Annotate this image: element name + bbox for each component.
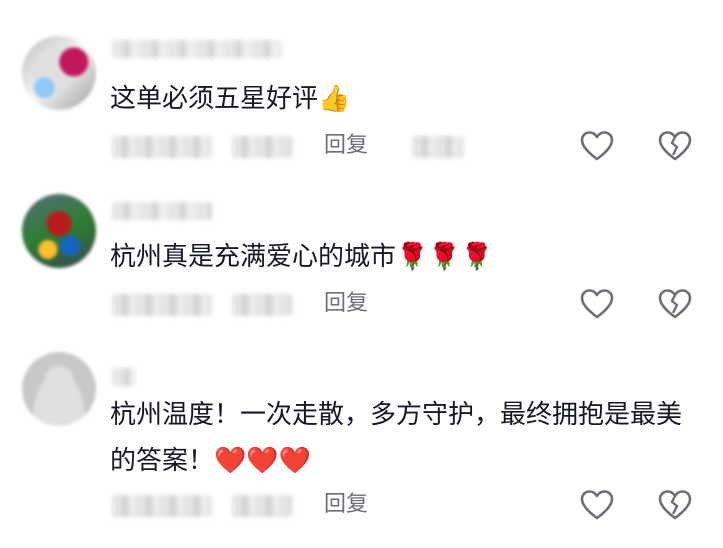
heart-outline-icon[interactable] [580, 130, 614, 162]
heart-outline-icon[interactable] [580, 489, 614, 521]
comment-body: 杭州真是充满爱心的城市 [110, 242, 397, 272]
location-blurred [232, 136, 292, 158]
reply-button[interactable]: 回复 [324, 289, 368, 319]
like-count-blurred [412, 136, 464, 158]
rose-emoji: 🌹🌹🌹 [396, 242, 494, 272]
location-blurred [232, 294, 292, 316]
avatar[interactable] [22, 352, 96, 426]
reply-button[interactable]: 回复 [324, 490, 368, 520]
comment-text: 杭州真是充满爱心的城市🌹🌹🌹 [110, 234, 710, 280]
timestamp-blurred [112, 294, 212, 316]
avatar[interactable] [22, 194, 96, 268]
comment-text: 这单必须五星好评👍 [110, 76, 710, 122]
username-blurred[interactable] [112, 368, 136, 386]
avatar[interactable] [22, 36, 96, 110]
broken-heart-outline-icon[interactable] [658, 288, 692, 320]
thumbs-up-emoji: 👍 [318, 84, 351, 114]
username-blurred[interactable] [112, 202, 212, 220]
timestamp-blurred [112, 495, 212, 517]
broken-heart-outline-icon[interactable] [658, 489, 692, 521]
broken-heart-outline-icon[interactable] [658, 130, 692, 162]
comment-body: 杭州温度！一次走散，多方守护，最终拥抱是最美的答案！ [110, 400, 683, 476]
location-blurred [232, 495, 292, 517]
comment-body: 这单必须五星好评 [110, 84, 319, 114]
reply-button[interactable]: 回复 [324, 131, 368, 161]
heart-outline-icon[interactable] [580, 288, 614, 320]
timestamp-blurred [112, 136, 212, 158]
username-blurred[interactable] [112, 40, 282, 58]
comment-text: 杭州温度！一次走散，多方守护，最终拥抱是最美的答案！❤️❤️❤️ [110, 392, 700, 484]
red-heart-emoji: ❤️❤️❤️ [214, 446, 312, 476]
